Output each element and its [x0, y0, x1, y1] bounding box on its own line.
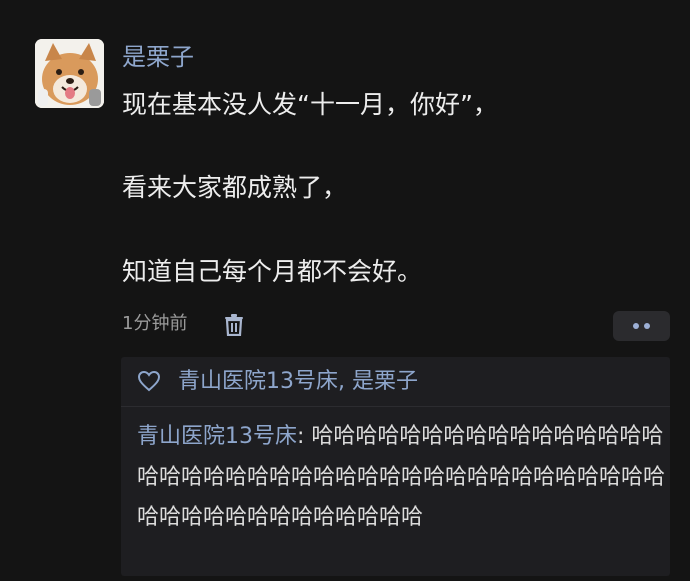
reply-separator: :: [297, 424, 312, 449]
interaction-panel: 青山医院13号床, 是栗子 青山医院13号床: 哈哈哈哈哈哈哈哈哈哈哈哈哈哈哈哈…: [121, 357, 670, 576]
shiba-dog-avatar-icon: [35, 39, 104, 108]
avatar[interactable]: [35, 39, 104, 108]
delete-button[interactable]: [221, 312, 247, 338]
post-text-line: 现在基本没人发“十一月，你好”，: [122, 90, 498, 119]
reply-comment: 青山医院13号床: 哈哈哈哈哈哈哈哈哈哈哈哈哈哈哈哈哈哈哈哈哈哈哈哈哈哈哈哈哈哈…: [137, 417, 665, 539]
post-text-line: 看来大家都成熟了，: [122, 173, 348, 202]
likes-row: 青山医院13号床, 是栗子: [121, 357, 670, 407]
post-author[interactable]: 是栗子: [122, 40, 194, 74]
reply-author[interactable]: 青山医院13号床: [137, 424, 297, 449]
post-text-line: 知道自己每个月都不会好。: [122, 257, 423, 286]
likes-list[interactable]: 青山医院13号床, 是栗子: [178, 366, 418, 398]
trash-icon: [225, 314, 243, 336]
more-dots-icon: [633, 323, 639, 329]
heart-icon: [137, 370, 161, 392]
post-timestamp: 1分钟前: [122, 313, 188, 334]
more-dots-icon: [644, 323, 650, 329]
more-button[interactable]: [613, 311, 670, 341]
